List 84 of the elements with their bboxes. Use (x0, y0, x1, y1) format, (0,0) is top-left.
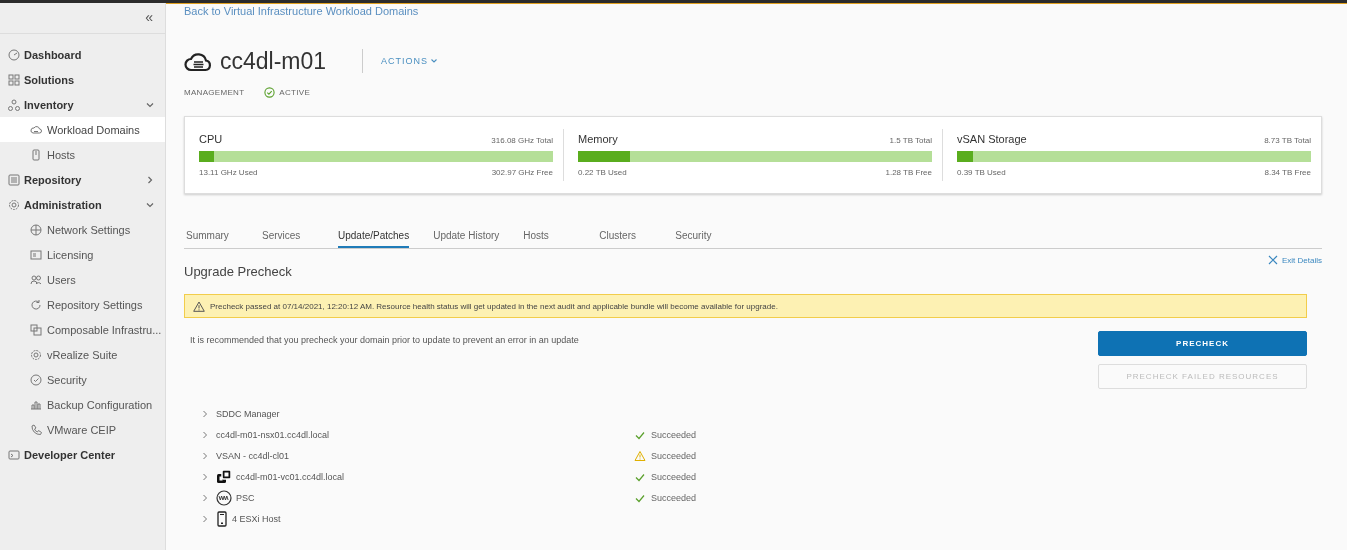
cloud-icon (30, 123, 42, 136)
status-text: Succeeded (651, 450, 697, 461)
tab[interactable]: Summary (186, 228, 238, 248)
resource-used: 13.11 GHz Used (199, 168, 258, 177)
sidebar-item[interactable]: Users (0, 267, 165, 292)
tree-row[interactable]: cc4dl-m01-vc01.cc4dl.local (201, 468, 634, 485)
sidebar-item[interactable]: Developer Center (0, 442, 165, 467)
warning-icon (193, 300, 205, 312)
chevron-icon (201, 513, 209, 524)
precheck-button[interactable]: PRECHECK (1098, 331, 1307, 356)
phone-icon (30, 423, 42, 436)
resource-free: 8.34 TB Free (1264, 168, 1311, 177)
alert-message: Precheck passed at 07/14/2021, 12:20:12 AM. Resource health status will get updated in the next audit and applicable bundle will become available for upgrade. (210, 301, 778, 311)
actions-button[interactable]: ACTIONS (381, 56, 439, 66)
globe-icon (30, 223, 42, 236)
status-text: Succeeded (651, 471, 697, 482)
tree-row[interactable]: VSAN - cc4dl-cl01 (201, 450, 634, 461)
globe-badge-icon (216, 489, 232, 506)
sidebar-item[interactable]: Workload Domains (0, 117, 165, 142)
close-icon (1268, 255, 1278, 265)
tab[interactable]: Services (262, 228, 314, 248)
gear-icon (30, 348, 42, 361)
sidebar-item[interactable]: Repository Settings (0, 292, 165, 317)
collapse-button[interactable]: « (145, 9, 153, 25)
sidebar-item[interactable]: Licensing (0, 242, 165, 267)
chevron-icon (201, 408, 209, 419)
domain-status: ACTIVE (279, 88, 311, 97)
status-text: Succeeded (651, 429, 697, 440)
resource-total: 316.08 GHz Total (491, 136, 553, 145)
grid-icon (8, 73, 20, 86)
caret-icon (430, 57, 439, 65)
server-icon (30, 148, 42, 161)
sidebar-item[interactable]: vRealize Suite (0, 342, 165, 367)
domain-title: cc4dl-m01 (220, 47, 327, 75)
sidebar-item[interactable]: Repository (0, 167, 165, 192)
sidebar-item[interactable]: Solutions (0, 67, 165, 92)
resource-used: 0.22 TB Used (578, 168, 627, 177)
users-icon (30, 273, 42, 286)
resource-free: 1.28 TB Free (885, 168, 932, 177)
terminal-icon (8, 448, 20, 461)
refresh-icon (30, 298, 42, 311)
tab[interactable]: Security (675, 228, 728, 248)
tree-row[interactable]: 4 ESXi Host (201, 510, 634, 527)
sidebar-item[interactable]: Network Settings (0, 217, 165, 242)
recommendation-text: It is recommended that you precheck your domain prior to update to prevent an error in an update (190, 335, 579, 347)
resource-used: 0.39 TB Used (957, 168, 1006, 177)
chevron-icon (201, 471, 209, 482)
tree-row[interactable]: PSC (201, 489, 634, 506)
check-circle-icon (264, 87, 276, 98)
id-card-icon (30, 248, 42, 261)
exit-details-link[interactable]: Exit Details (1268, 255, 1322, 265)
tree-row[interactable]: SDDC Manager (201, 408, 634, 419)
resource-name: vSAN Storage (957, 133, 1027, 145)
resource-name: CPU (199, 133, 223, 145)
status-text: Succeeded (651, 492, 697, 503)
sidebar-item[interactable]: VMware CEIP (0, 417, 165, 442)
chevron-icon (201, 450, 209, 461)
chevron-icon (201, 429, 209, 440)
vcenter-icon (216, 468, 232, 485)
sidebar-item[interactable]: Security (0, 367, 165, 392)
stack-icon (30, 323, 42, 336)
chevron-icon (201, 492, 209, 503)
nodes-icon (8, 98, 20, 111)
resource-total: 8.73 TB Total (1264, 136, 1311, 145)
domain-type: MANAGEMENT (184, 88, 245, 97)
gauge-icon (8, 48, 20, 61)
sidebar-item[interactable]: Hosts (0, 142, 165, 167)
sidebar-item[interactable]: Inventory (0, 92, 165, 117)
sidebar-item[interactable]: Backup Configuration (0, 392, 165, 417)
sidebar-item[interactable]: Administration (0, 192, 165, 217)
tab[interactable]: Clusters (599, 228, 652, 248)
resource-name: Memory (578, 133, 618, 145)
gear-icon (8, 198, 20, 211)
shield-icon (30, 373, 42, 386)
tab[interactable]: Update History (433, 228, 500, 248)
tab[interactable]: Hosts (523, 228, 576, 248)
section-title: Upgrade Precheck (184, 264, 293, 279)
tab[interactable]: Update/Patches (338, 228, 410, 248)
tree-row[interactable]: cc4dl-m01-nsx01.cc4dl.local (201, 429, 634, 440)
resource-total: 1.5 TB Total (889, 136, 932, 145)
sidebar-item[interactable]: Composable Infrastru... (0, 317, 165, 342)
resource-free: 302.97 GHz Free (491, 168, 553, 177)
server-icon (216, 510, 228, 527)
sidebar-item[interactable]: Dashboard (0, 42, 165, 67)
